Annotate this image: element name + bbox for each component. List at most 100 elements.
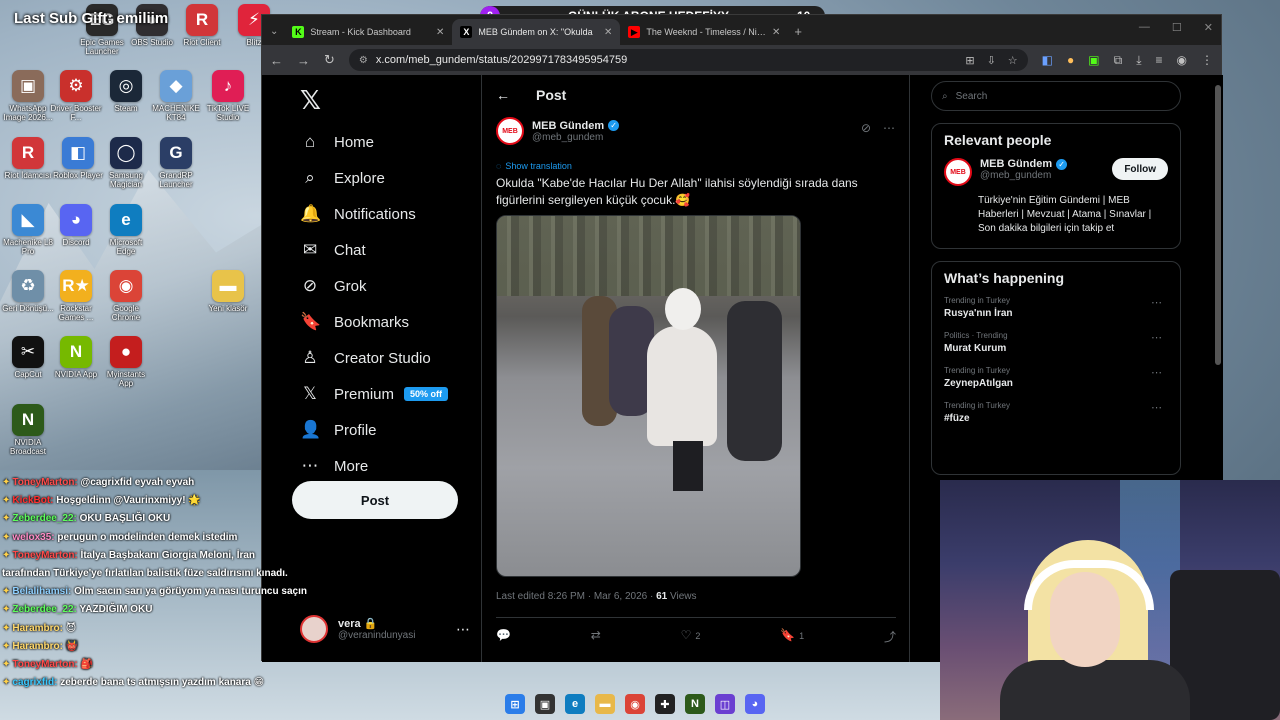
nav-item-bookmarks[interactable]: 🔖 Bookmarks — [290, 304, 480, 340]
discord-taskbar-icon[interactable]: ◕ — [745, 694, 765, 714]
repost-icon[interactable]: ⇄ — [591, 628, 601, 645]
nav-item-creator-studio[interactable]: ♙ Creator Studio — [290, 340, 480, 376]
share-icon[interactable]: ⤴ — [884, 628, 896, 645]
new-tab-icon[interactable]: + — [794, 24, 802, 39]
desktop-icon[interactable]: ⚙ Driver Booster F... — [50, 70, 102, 122]
close-tab-icon[interactable]: ✕ — [604, 27, 612, 38]
more-dots-icon[interactable]: ⋯ — [1151, 296, 1162, 309]
post-meta: Last edited 8:26 PM · Mar 6, 2026 · 61 V… — [496, 591, 895, 602]
scrollbar[interactable] — [1215, 85, 1221, 365]
like-button[interactable]: ♡ 2 — [681, 628, 701, 645]
browser-tab[interactable]: ▶ The Weeknd - Timeless / Niagara ✕ — [620, 19, 788, 45]
extension-icon[interactable]: ● — [1067, 53, 1074, 68]
browser-tab[interactable]: X MEB Gündem on X: "Okulda ✕ — [452, 19, 621, 45]
person-bio: Türkiye'nin Eğitim Gündemi | MEB Haberle… — [978, 195, 1152, 234]
back-arrow-icon[interactable]: ← — [496, 87, 510, 103]
more-dots-icon[interactable]: ⋯ — [1151, 366, 1162, 379]
nav-item-grok[interactable]: ⊘ Grok — [290, 268, 480, 304]
close-window-icon[interactable]: ✕ — [1204, 21, 1213, 34]
windows-start-icon[interactable]: ⊞ — [505, 694, 525, 714]
address-bar[interactable]: ⚙ x.com/meb_gundem/status/20299717834959… — [348, 49, 1028, 71]
more-dots-icon[interactable]: ⋯ — [883, 121, 895, 135]
star-icon[interactable]: ☆ — [1008, 54, 1018, 67]
nav-item-home[interactable]: ⌂ Home — [290, 124, 480, 160]
desktop-icon[interactable]: R★ Rockstar Games ... — [50, 270, 102, 322]
desktop-icon[interactable]: N NVIDIA Broadcast — [2, 404, 54, 456]
desktop-icon[interactable]: ◆ MACHENIKE KT84 — [150, 70, 202, 122]
desktop-icon[interactable]: ▬ Yeni klasör — [202, 270, 254, 313]
profile-avatar-icon[interactable]: ◉ — [1177, 53, 1187, 68]
desktop-icon[interactable]: ◎ Steam — [100, 70, 152, 113]
trend-item[interactable]: Trending in Turkey #füze ⋯ — [944, 401, 1168, 424]
desktop-icon[interactable]: ◣ Machenike L8 Pro — [2, 204, 54, 256]
back-icon[interactable]: ← — [270, 53, 283, 68]
desktop-icon[interactable]: e Microsoft Edge — [100, 204, 152, 256]
desktop-icon[interactable]: G GrandRP Launcher — [150, 137, 202, 189]
forward-icon[interactable]: → — [297, 53, 310, 68]
desktop-icon[interactable]: ♻ Geri Dönüşü... — [2, 270, 54, 313]
more-dots-icon[interactable]: ⋯ — [456, 621, 470, 638]
nav-item-chat[interactable]: ✉ Chat — [290, 232, 480, 268]
reload-icon[interactable]: ↻ — [324, 52, 335, 68]
post-timestamp[interactable]: Last edited 8:26 PM · Mar 6, 2026 · — [496, 591, 656, 602]
task-view-icon[interactable]: ▣ — [535, 694, 555, 714]
nav-item-premium[interactable]: 𝕏 Premium 50% off — [290, 376, 480, 412]
minimize-icon[interactable]: — — [1139, 21, 1150, 34]
extension-icon[interactable]: ◧ — [1042, 53, 1053, 68]
more-dots-icon[interactable]: ⋯ — [1151, 331, 1162, 344]
maximize-icon[interactable]: ☐ — [1172, 21, 1182, 34]
nav-item-notifications[interactable]: 🔔 Notifications — [290, 196, 480, 232]
desktop-icon[interactable]: ▣ WhatsApp Image 2026... — [2, 70, 54, 122]
download-icon[interactable]: ⤓ — [1136, 53, 1141, 68]
x-logo-icon[interactable]: 𝕏 — [300, 85, 480, 116]
trend-item[interactable]: Trending in Turkey Rusya'nın İran ⋯ — [944, 296, 1168, 319]
reply-icon[interactable]: 💬 — [496, 628, 511, 645]
show-translation-link[interactable]: ◌ Show translation — [496, 161, 895, 171]
trend-item[interactable]: Trending in Turkey ZeynepAtılgan ⋯ — [944, 366, 1168, 389]
desktop-icon[interactable]: N NVIDIA App — [50, 336, 102, 379]
close-tab-icon[interactable]: ✕ — [772, 27, 780, 38]
trend-item[interactable]: Politics · Trending Murat Kurum ⋯ — [944, 331, 1168, 354]
desktop-icon[interactable]: ● Myinstants App — [100, 336, 152, 388]
app-taskbar-icon[interactable]: ✚ — [655, 694, 675, 714]
close-tab-icon[interactable]: ✕ — [436, 27, 444, 38]
browser-tab[interactable]: K Stream - Kick Dashboard ✕ — [284, 19, 452, 45]
desktop-icon[interactable]: ◕ Discord — [50, 204, 102, 247]
tab-search-icon[interactable]: ⌄ — [270, 26, 278, 37]
account-switcher[interactable]: vera 🔒 @veranindunyasi ⋯ — [300, 615, 470, 643]
chat-text: OKU BAŞLIĞI OKU — [79, 513, 171, 525]
relevant-person[interactable]: MEB MEB Gündem ✓ @meb_gundem Follow — [944, 158, 1168, 186]
site-info-icon[interactable]: ⚙ — [359, 55, 368, 66]
author-avatar[interactable]: MEB — [496, 117, 524, 145]
translate-icon[interactable]: ⊞ — [965, 54, 974, 67]
desktop-icon[interactable]: ◉ Google Chrome — [100, 270, 152, 322]
desktop-icon[interactable]: ✂ CapCut — [2, 336, 54, 379]
mail-icon: ✉ — [302, 240, 318, 259]
search-input[interactable]: ⌕ Search — [931, 81, 1181, 111]
post-video[interactable] — [496, 215, 801, 577]
media-icon[interactable]: ≡ — [1156, 53, 1163, 68]
file-explorer-icon[interactable]: ▬ — [595, 694, 615, 714]
show-translation-label: Show translation — [505, 161, 572, 171]
desktop-icon[interactable]: ♪ TikTok LIVE Studio — [202, 70, 254, 122]
author-name-row[interactable]: MEB Gündem ✓ — [532, 120, 620, 132]
nav-item-profile[interactable]: 👤 Profile — [290, 412, 480, 448]
app-taskbar-icon[interactable]: ◫ — [715, 694, 735, 714]
desktop-icon[interactable]: R Riot İdamcısı — [2, 137, 54, 180]
extension-icon[interactable]: ▣ — [1088, 53, 1099, 68]
nvidia-taskbar-icon[interactable]: N — [685, 694, 705, 714]
extensions-puzzle-icon[interactable]: ⧉ — [1114, 53, 1123, 68]
install-icon[interactable]: ⇩ — [987, 54, 996, 67]
bookmark-button[interactable]: 🔖 1 — [780, 628, 804, 645]
desktop-icon[interactable]: R Riot Client — [176, 4, 228, 47]
desktop-icon[interactable]: ◯ Samsung Magician — [100, 137, 152, 189]
more-dots-icon[interactable]: ⋯ — [1151, 401, 1162, 414]
follow-button[interactable]: Follow — [1112, 158, 1168, 180]
edge-taskbar-icon[interactable]: e — [565, 694, 585, 714]
person-avatar[interactable]: MEB — [944, 158, 972, 186]
nav-item-explore[interactable]: ⌕ Explore — [290, 160, 480, 196]
chrome-taskbar-icon[interactable]: ◉ — [625, 694, 645, 714]
menu-icon[interactable]: ⋮ — [1201, 53, 1213, 68]
grok-icon[interactable]: ⊘ — [861, 121, 871, 135]
desktop-icon[interactable]: ◧ Roblox Player — [52, 137, 104, 180]
